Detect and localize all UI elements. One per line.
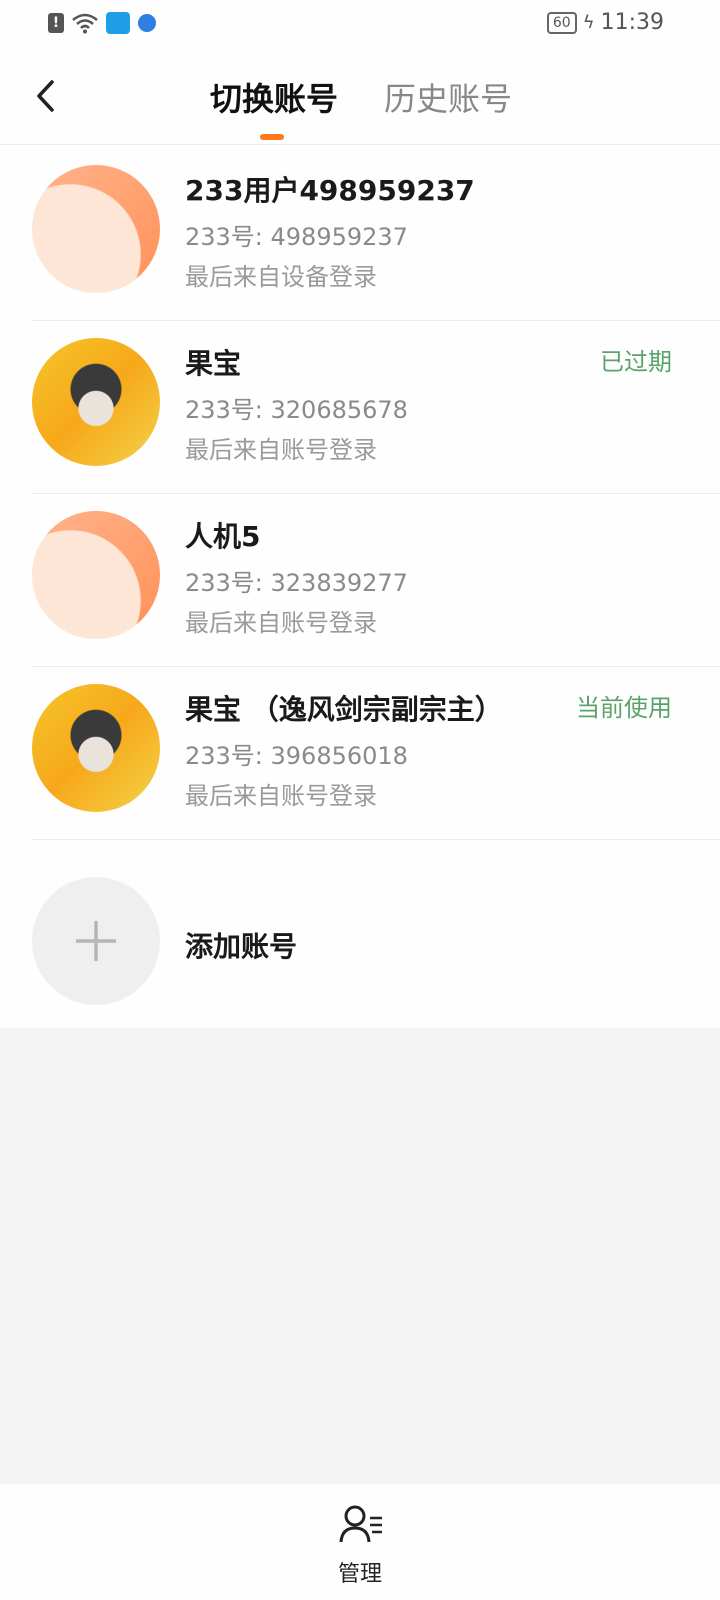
bottom-nav: 管理 bbox=[0, 1484, 720, 1600]
last-login-source: 最后来自账号登录 bbox=[185, 436, 377, 464]
account-id: 233号: 320685678 bbox=[185, 396, 408, 424]
last-login-source: 最后来自账号登录 bbox=[185, 609, 377, 637]
browser-notification-icon bbox=[138, 14, 156, 32]
current-status-label: 当前使用 bbox=[576, 694, 672, 722]
add-account-row[interactable]: 添加账号 bbox=[0, 837, 720, 1013]
default-avatar bbox=[32, 165, 160, 293]
wifi-icon bbox=[72, 13, 98, 34]
add-account-label: 添加账号 bbox=[185, 930, 298, 963]
account-name: 果宝 bbox=[185, 347, 242, 380]
clock: 11:39 bbox=[600, 10, 664, 35]
plus-icon bbox=[76, 921, 116, 961]
account-row[interactable]: 233用户498959237 233号: 498959237 最后来自设备登录 bbox=[0, 145, 720, 321]
account-name: 233用户498959237 bbox=[185, 174, 475, 207]
game-avatar bbox=[32, 338, 160, 466]
expired-status-label: 已过期 bbox=[600, 348, 672, 376]
account-name: 人机5 bbox=[185, 520, 261, 553]
tab-history-account[interactable]: 历史账号 bbox=[384, 74, 512, 120]
status-bar: ! 60 ϟ 11:39 bbox=[0, 0, 720, 48]
app-notification-icon bbox=[106, 12, 130, 34]
account-name: 果宝 （逸风剑宗副宗主） bbox=[185, 693, 503, 726]
default-avatar bbox=[32, 511, 160, 639]
account-id: 233号: 323839277 bbox=[185, 569, 408, 597]
tab-switch-account[interactable]: 切换账号 bbox=[210, 74, 338, 120]
user-manage-icon[interactable] bbox=[338, 1504, 384, 1544]
account-row[interactable]: 人机5 233号: 323839277 最后来自账号登录 bbox=[0, 491, 720, 667]
active-tab-indicator bbox=[260, 134, 284, 140]
battery-icon: 60 bbox=[546, 11, 577, 34]
manage-nav-label[interactable]: 管理 bbox=[0, 1556, 720, 1588]
account-id: 233号: 396856018 bbox=[185, 742, 408, 770]
charging-icon: ϟ bbox=[582, 12, 595, 33]
back-arrow-icon[interactable] bbox=[28, 76, 68, 116]
last-login-source: 最后来自设备登录 bbox=[185, 263, 377, 291]
add-account-button[interactable] bbox=[32, 877, 160, 1005]
last-login-source: 最后来自账号登录 bbox=[185, 782, 377, 810]
top-nav-bar: 切换账号 历史账号 bbox=[0, 48, 720, 145]
account-id: 233号: 498959237 bbox=[185, 223, 408, 251]
account-row[interactable]: 果宝 （逸风剑宗副宗主） 当前使用 233号: 396856018 最后来自账号… bbox=[0, 664, 720, 840]
game-avatar bbox=[32, 684, 160, 812]
alert-icon: ! bbox=[48, 13, 64, 33]
account-row[interactable]: 果宝 已过期 233号: 320685678 最后来自账号登录 bbox=[0, 318, 720, 494]
